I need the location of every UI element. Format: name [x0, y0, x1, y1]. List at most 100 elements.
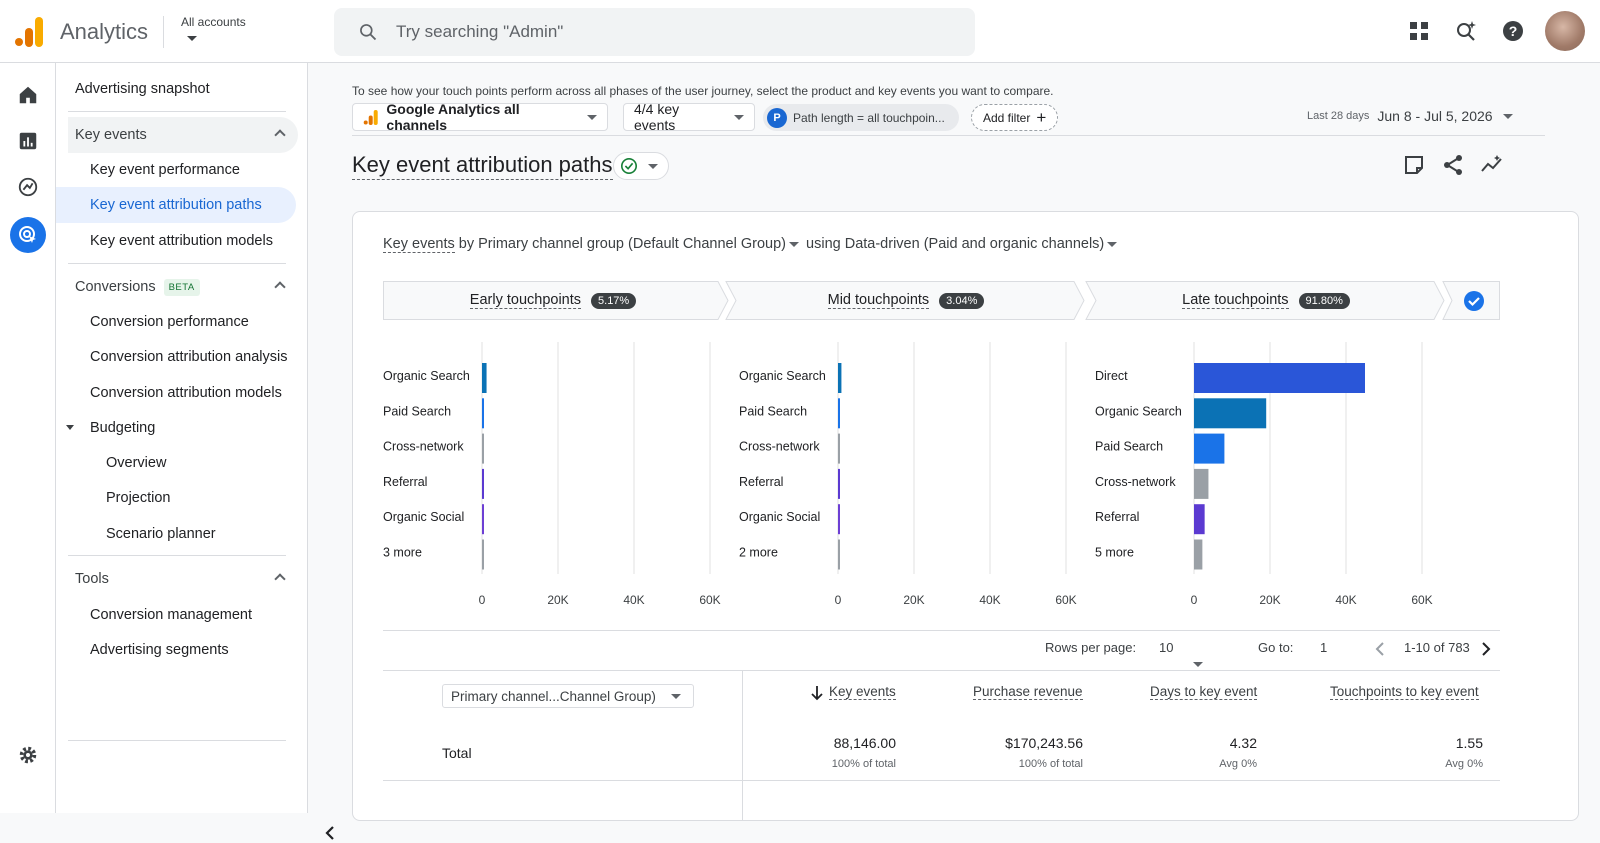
bar[interactable]: [838, 433, 840, 464]
chevron-up-icon[interactable]: [274, 573, 286, 585]
caret-down-icon[interactable]: [789, 241, 799, 247]
goto-input[interactable]: 1: [1320, 640, 1327, 655]
share-icon[interactable]: [1441, 153, 1465, 177]
bar[interactable]: [838, 539, 840, 570]
insights-icon[interactable]: [1480, 153, 1504, 177]
nav-conversion-attribution-models[interactable]: Conversion attribution models: [56, 375, 296, 411]
table-row[interactable]: [383, 780, 1500, 820]
category-label: 3 more: [383, 546, 422, 560]
search-input[interactable]: [396, 20, 936, 44]
category-label: Cross-network: [383, 440, 464, 454]
nav-projection[interactable]: Projection: [56, 480, 296, 516]
chevron-up-icon[interactable]: [274, 129, 286, 141]
category-label: Organic Search: [739, 369, 826, 383]
bar[interactable]: [482, 539, 484, 570]
phase-mid[interactable]: Mid touchpoints 3.04%: [731, 281, 1081, 320]
bar[interactable]: [482, 468, 484, 499]
col-touchpoints-to-key-event[interactable]: Touchpoints to key event: [1330, 684, 1479, 700]
add-filter-button[interactable]: Add filter +: [971, 104, 1059, 131]
search-bar[interactable]: [334, 8, 975, 56]
chevron-up-icon[interactable]: [274, 281, 286, 293]
nav-overview[interactable]: Overview: [56, 445, 296, 481]
bar[interactable]: [1194, 504, 1205, 535]
phase-percent: 5.17%: [591, 292, 637, 309]
advertising-icon[interactable]: [10, 217, 46, 253]
nav-budgeting[interactable]: Budgeting: [56, 410, 296, 446]
explore-icon[interactable]: [10, 169, 46, 205]
nav-scenario-planner[interactable]: Scenario planner: [56, 516, 296, 552]
nav-advertising-snapshot[interactable]: Advertising snapshot: [56, 71, 296, 107]
home-icon[interactable]: [10, 77, 46, 113]
category-label: Paid Search: [1095, 440, 1163, 454]
events-selector[interactable]: 4/4 key events: [623, 101, 755, 133]
nav-conversion-performance[interactable]: Conversion performance: [56, 304, 296, 340]
nav-conversion-attribution-analysis[interactable]: Conversion attribution analysis: [56, 339, 296, 375]
main-content: To see how your touch points perform acr…: [308, 63, 1600, 821]
x-tick-label: 60K: [1411, 593, 1432, 607]
category-label: Referral: [739, 475, 783, 489]
col-key-events[interactable]: Key events: [829, 684, 896, 700]
help-icon[interactable]: ?: [1501, 19, 1525, 43]
col-purchase-revenue[interactable]: Purchase revenue: [973, 684, 1083, 700]
total-days-sub: Avg 0%: [1219, 758, 1257, 770]
annotation-icon[interactable]: [1402, 153, 1426, 177]
sort-down-icon[interactable]: [810, 685, 824, 701]
category-label: Organic Social: [739, 510, 820, 524]
bar[interactable]: [482, 433, 484, 464]
metric-selector[interactable]: Key events: [383, 236, 455, 253]
model-selector[interactable]: using Data-driven (Paid and organic chan…: [802, 236, 1104, 252]
top-bar: Analytics All accounts ?: [0, 0, 1600, 63]
add-filter-label: Add filter: [983, 110, 1031, 125]
settings-icon[interactable]: [10, 737, 46, 773]
chevron-left-icon[interactable]: [320, 823, 340, 843]
caret-down-icon[interactable]: [187, 36, 197, 41]
divider: [383, 670, 1500, 671]
page-range: 1-10 of 783: [1404, 640, 1470, 655]
bar[interactable]: [838, 398, 840, 429]
dimension-column-select[interactable]: Primary channel...Channel Group): [442, 684, 694, 708]
chevron-left-icon[interactable]: [1373, 641, 1387, 657]
nav-section-key-events[interactable]: Key events: [68, 117, 298, 153]
product-selector[interactable]: Google Analytics all channels: [352, 101, 608, 133]
nav-key-event-performance[interactable]: Key event performance: [56, 152, 296, 188]
account-selector[interactable]: All accounts: [181, 15, 246, 29]
bar[interactable]: [1194, 468, 1209, 499]
bar[interactable]: [482, 363, 487, 393]
phase-late[interactable]: Late touchpoints 91.80%: [1091, 281, 1441, 320]
bar[interactable]: [1194, 539, 1203, 570]
analytics-logo-icon[interactable]: [14, 15, 44, 47]
total-label: Total: [442, 745, 472, 761]
nav-key-event-attribution-paths[interactable]: Key event attribution paths: [56, 187, 296, 223]
bar[interactable]: [1194, 433, 1225, 464]
chevron-right-icon[interactable]: [1479, 641, 1493, 657]
rows-per-page-value: 10: [1159, 640, 1174, 655]
nav-section-conversions[interactable]: Conversions BETA: [68, 269, 298, 305]
rows-per-page-select[interactable]: 10: [1159, 640, 1219, 670]
data-quality-status[interactable]: [613, 152, 669, 180]
bar[interactable]: [482, 398, 484, 429]
bar[interactable]: [1194, 398, 1267, 429]
check-circle-icon[interactable]: [1463, 290, 1485, 312]
nav-key-event-attribution-models[interactable]: Key event attribution models: [56, 223, 296, 259]
search-insights-icon[interactable]: [1454, 19, 1478, 43]
bar[interactable]: [838, 504, 840, 535]
bar[interactable]: [838, 363, 842, 393]
bar[interactable]: [1194, 363, 1365, 393]
col-days-to-key-event[interactable]: Days to key event: [1150, 684, 1258, 700]
nav-section-tools[interactable]: Tools: [68, 561, 298, 597]
reports-icon[interactable]: [10, 123, 46, 159]
dimension-selector[interactable]: by Primary channel group (Default Channe…: [455, 236, 786, 252]
nav-conversion-management[interactable]: Conversion management: [56, 597, 296, 633]
path-length-filter-chip[interactable]: P Path length = all touchpoin...: [763, 104, 959, 131]
phase-early[interactable]: Early touchpoints 5.17%: [383, 281, 723, 320]
apps-grid-icon[interactable]: [1407, 19, 1431, 43]
bar[interactable]: [482, 504, 484, 535]
nav-advertising-segments[interactable]: Advertising segments: [56, 632, 296, 668]
date-range-picker[interactable]: Last 28 days Jun 8 - Jul 5, 2026: [1307, 108, 1513, 124]
caret-down-icon[interactable]: [1107, 241, 1118, 247]
bar[interactable]: [838, 468, 840, 499]
avatar[interactable]: [1545, 11, 1585, 51]
x-tick-label: 20K: [547, 593, 568, 607]
left-rail: [0, 63, 56, 813]
caret-down-icon[interactable]: [66, 425, 74, 430]
